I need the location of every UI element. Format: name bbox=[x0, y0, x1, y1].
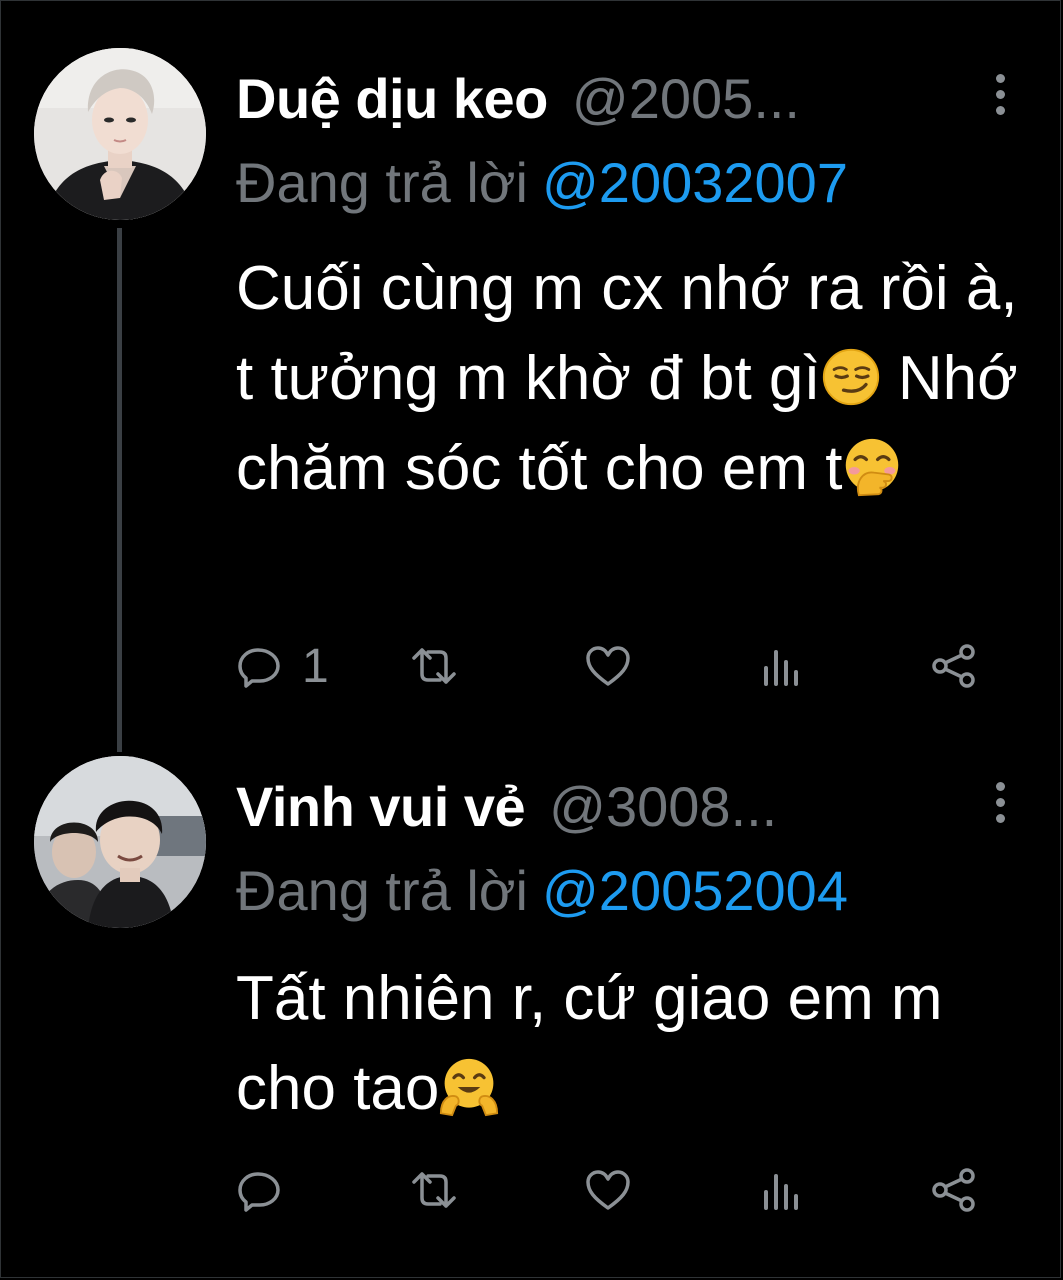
tweet-header: Duệ dịu keo @2005... bbox=[236, 66, 1003, 131]
views-button[interactable] bbox=[758, 636, 824, 696]
avatar-photo bbox=[34, 48, 206, 220]
reply-count: 1 bbox=[302, 639, 329, 693]
avatar[interactable] bbox=[34, 48, 206, 220]
smirking-face-emoji bbox=[821, 347, 881, 407]
tweet-actions bbox=[236, 1160, 996, 1220]
replying-to-label: Đang trả lời bbox=[236, 151, 528, 214]
retweet-icon bbox=[412, 648, 456, 684]
replying-to-handle[interactable]: @20052004 bbox=[542, 859, 848, 922]
tweet-header: Vinh vui vẻ @3008... bbox=[236, 774, 1003, 839]
replying-to-handle[interactable]: @20032007 bbox=[542, 151, 848, 214]
display-name[interactable]: Duệ dịu keo bbox=[236, 67, 548, 130]
reply-button[interactable] bbox=[236, 1160, 302, 1220]
views-icon bbox=[764, 1174, 798, 1210]
reply-icon bbox=[238, 648, 280, 688]
face-with-hand-over-mouth-emoji bbox=[842, 437, 902, 497]
tweet-text: Tất nhiên r, cứ giao em m cho tao bbox=[236, 954, 1026, 1134]
tweet-text-part: Tất nhiên r, cứ giao em m cho tao bbox=[236, 964, 943, 1123]
replying-to: Đang trả lời @20052004 bbox=[236, 858, 848, 923]
heart-icon bbox=[586, 1170, 630, 1210]
user-handle[interactable]: @2005... bbox=[572, 67, 800, 130]
share-icon bbox=[932, 1168, 975, 1212]
retweet-icon bbox=[412, 1172, 456, 1208]
share-button[interactable] bbox=[930, 1160, 978, 1220]
more-icon[interactable] bbox=[993, 74, 1007, 120]
user-handle[interactable]: @3008... bbox=[549, 775, 777, 838]
heart-icon bbox=[586, 646, 630, 686]
share-icon bbox=[932, 644, 975, 688]
more-icon[interactable] bbox=[993, 782, 1007, 828]
replying-to: Đang trả lời @20032007 bbox=[236, 150, 848, 215]
views-icon bbox=[764, 650, 798, 686]
retweet-button[interactable] bbox=[410, 1160, 476, 1220]
like-button[interactable] bbox=[584, 1160, 650, 1220]
tweet-text: Cuối cùng m cx nhớ ra rồi à, t tưởng m k… bbox=[236, 244, 1026, 514]
retweet-button[interactable] bbox=[410, 636, 476, 696]
reply-icon bbox=[238, 1172, 280, 1212]
tweet-2[interactable]: Vinh vui vẻ @3008... Đang trả lời @2005200… bbox=[0, 740, 1063, 1280]
hugging-face-emoji bbox=[439, 1057, 499, 1117]
tweet-actions: 1 bbox=[236, 636, 996, 696]
like-button[interactable] bbox=[584, 636, 650, 696]
avatar[interactable] bbox=[34, 756, 206, 928]
replying-to-label: Đang trả lời bbox=[236, 859, 528, 922]
views-button[interactable] bbox=[758, 1160, 824, 1220]
tweet-1[interactable]: Duệ dịu keo @2005... Đang trả lời @2003200… bbox=[0, 0, 1063, 720]
display-name[interactable]: Vinh vui vẻ bbox=[236, 775, 526, 838]
avatar-photo bbox=[34, 756, 206, 928]
share-button[interactable] bbox=[930, 636, 978, 696]
reply-button[interactable]: 1 bbox=[236, 636, 329, 696]
